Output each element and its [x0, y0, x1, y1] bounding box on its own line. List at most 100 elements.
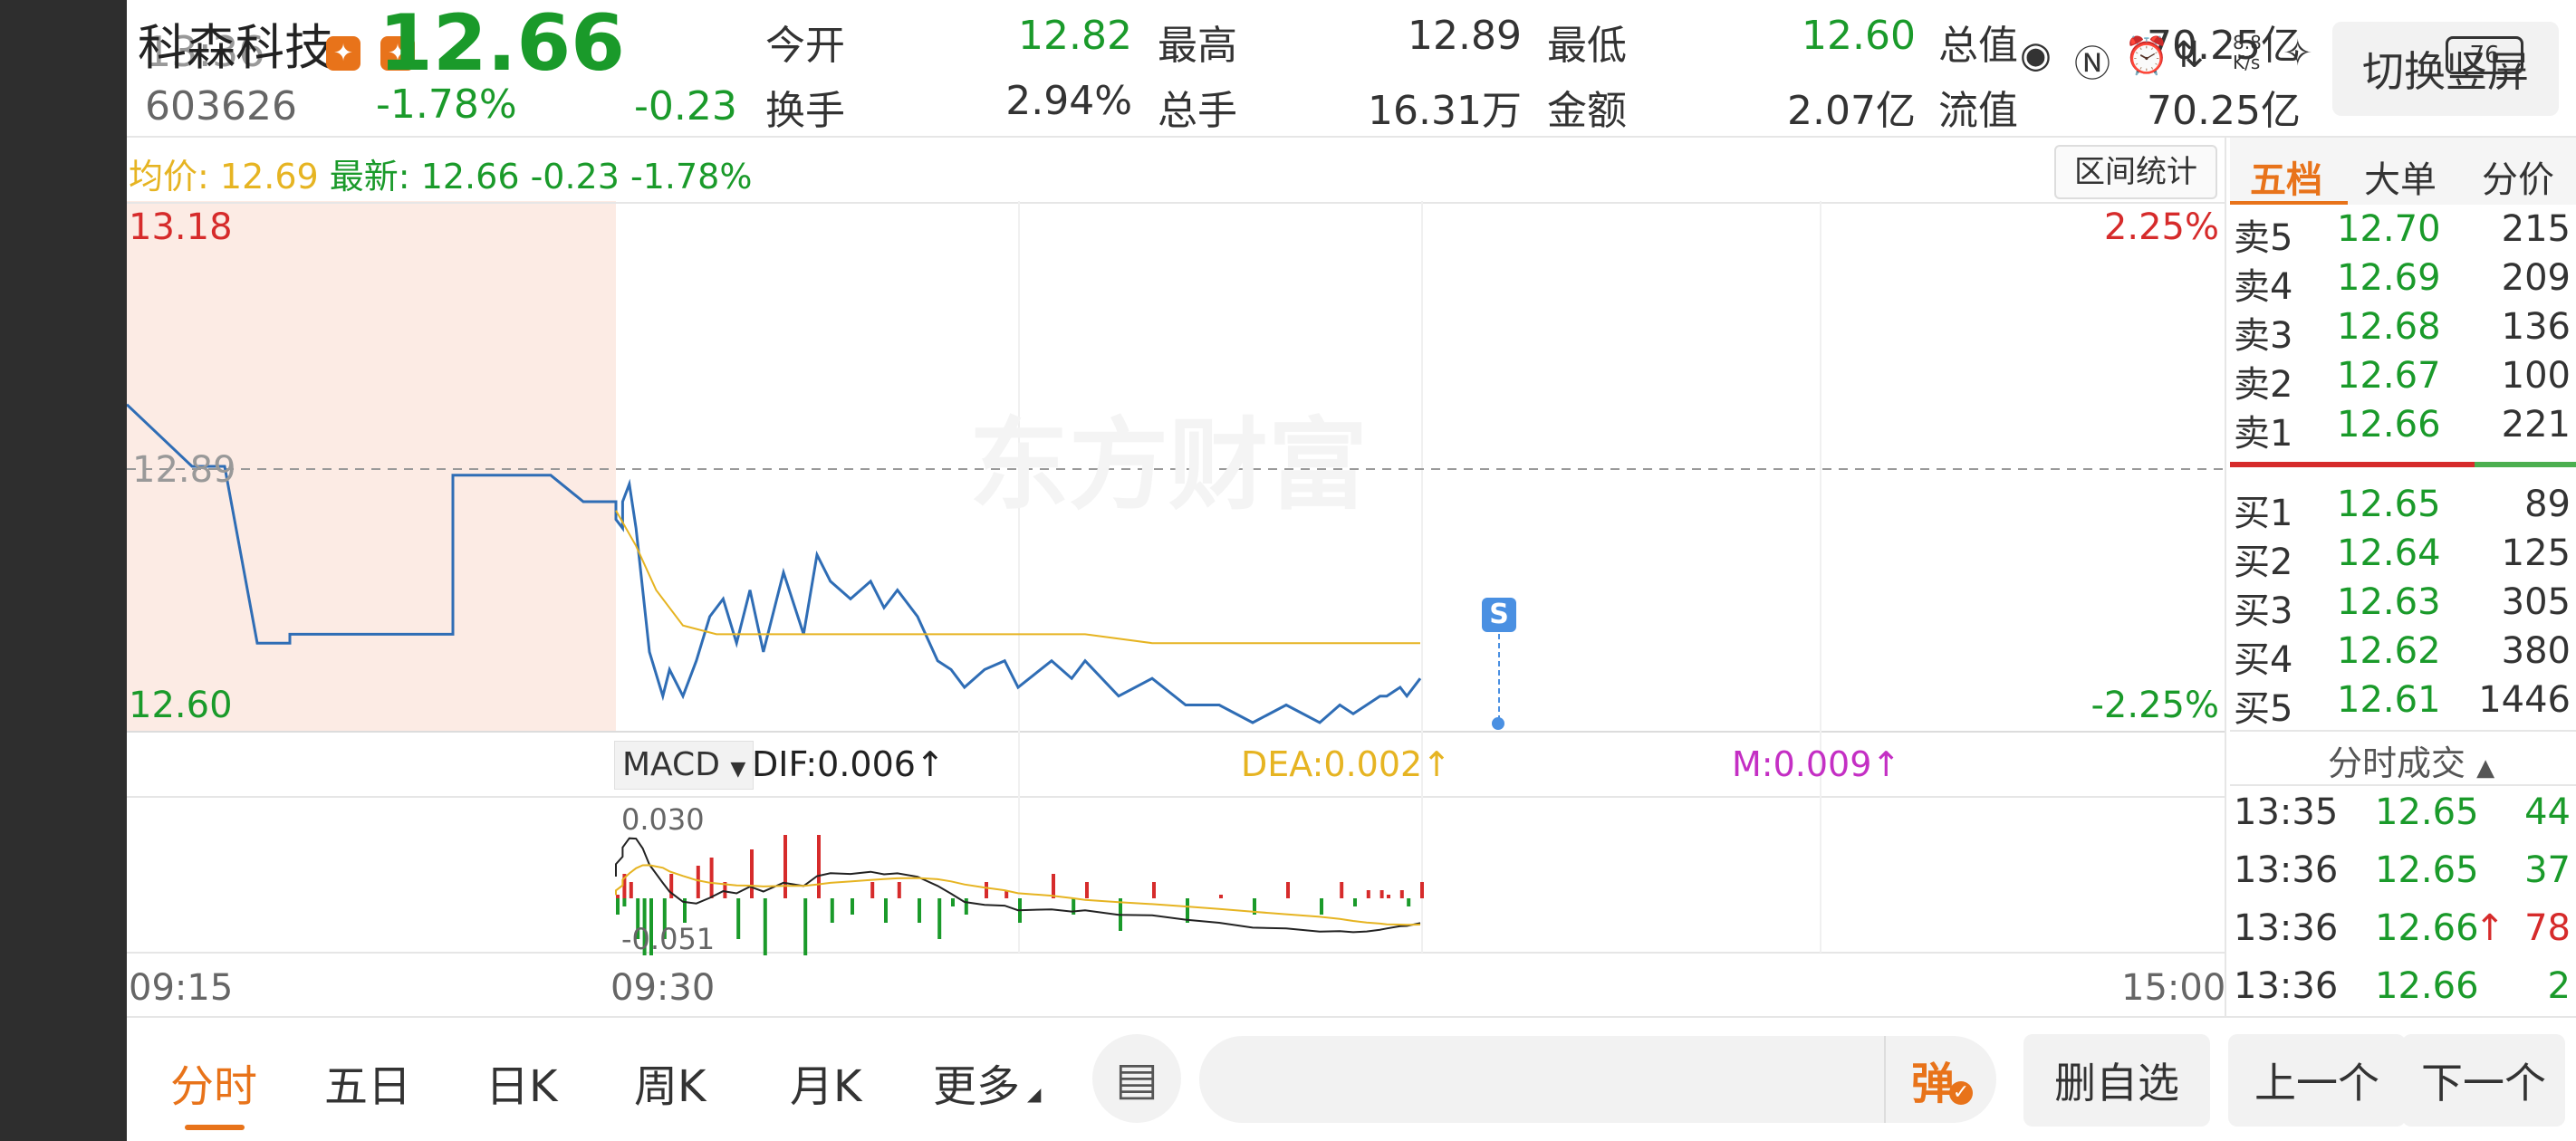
- intraday-chart[interactable]: 东方财富: [127, 201, 2225, 1016]
- next-stock-button[interactable]: 下一个: [2402, 1034, 2565, 1127]
- signal-marker-line: [1498, 634, 1500, 721]
- bid-row[interactable]: 买3 12.63 305: [2230, 581, 2576, 632]
- macd-bar: [884, 898, 888, 923]
- macd-bar: [736, 898, 741, 939]
- macd-bar: [1052, 874, 1055, 898]
- bid-volume: 1446: [2478, 679, 2571, 721]
- avg-value: 12.69: [219, 157, 319, 197]
- orderbook-panel: [2225, 138, 2226, 1016]
- tab-more[interactable]: 更多: [933, 1050, 1020, 1114]
- axis-price-bottom: 12.60: [129, 685, 233, 726]
- alarm-icon: ⏰: [2124, 35, 2169, 77]
- ask-row[interactable]: 卖5 12.70 215: [2230, 208, 2576, 259]
- tick-row: 13:36 12.65 37: [2230, 849, 2576, 904]
- more-caret-icon: ◢: [1027, 1083, 1042, 1105]
- remove-favorite-button[interactable]: 删自选: [2023, 1034, 2210, 1127]
- macd-bar: [1399, 890, 1404, 898]
- orderbook-tab-level5[interactable]: 五档: [2250, 150, 2322, 203]
- macd-bar: [897, 882, 901, 898]
- macd-bar: [964, 898, 968, 915]
- orderbook-tab-level5-underline: [2230, 201, 2348, 205]
- bid-row[interactable]: 买4 12.62 380: [2230, 630, 2576, 681]
- macd-bar: [709, 858, 714, 898]
- macd-selector[interactable]: MACD ▼: [614, 741, 755, 790]
- ask-volume: 221: [2501, 404, 2571, 446]
- ask-price: 12.67: [2337, 355, 2441, 397]
- axis-pct-top: 2.25%: [2103, 206, 2219, 248]
- signal-marker-icon[interactable]: S: [1482, 598, 1516, 632]
- ask-row[interactable]: 卖4 12.69 209: [2230, 257, 2576, 308]
- macd-bar: [750, 849, 754, 898]
- remove-favorite-label: 删自选: [2054, 1059, 2179, 1107]
- tab-monthly-k[interactable]: 月K: [790, 1050, 861, 1114]
- ask-price: 12.66: [2337, 404, 2441, 446]
- change-amount: -0.23: [634, 83, 737, 129]
- orderbook-tab-bigorder[interactable]: 大单: [2364, 150, 2437, 203]
- tab-daily-k[interactable]: 日K: [485, 1050, 557, 1114]
- ask-row[interactable]: 卖1 12.66 221: [2230, 404, 2576, 455]
- nfc-icon: Ⓝ: [2074, 43, 2110, 85]
- bid-volume: 125: [2501, 532, 2571, 574]
- macd-bar: [696, 866, 700, 898]
- tab-five-day[interactable]: 五日: [324, 1050, 411, 1114]
- macd-bar: [1420, 882, 1424, 898]
- macd-bar: [763, 898, 767, 955]
- latest-value: 12.66: [420, 157, 520, 197]
- ask-price: 12.68: [2337, 306, 2441, 348]
- margin-badge-icon: ✦: [326, 36, 360, 71]
- tick-price: 12.65: [2375, 791, 2479, 833]
- stat-float-cap-label: 流值: [1938, 88, 2018, 134]
- ask-label: 卖2: [2234, 364, 2293, 406]
- network-speed: 8.8 K/s: [2233, 32, 2262, 73]
- tab-weekly-k[interactable]: 周K: [634, 1050, 706, 1114]
- bid-row[interactable]: 买1 12.65 89: [2230, 484, 2576, 534]
- chart-info-line: 均价: 12.69 最新: 12.66 -0.23 -1.78%: [129, 149, 752, 198]
- macd-bar: [1353, 898, 1357, 906]
- comment-input[interactable]: [1199, 1036, 1996, 1123]
- stat-turnover: 2.94%: [1005, 78, 1132, 124]
- bid-row[interactable]: 买5 12.61 1446: [2230, 679, 2576, 730]
- bid-label: 买4: [2234, 639, 2293, 681]
- stat-volume-label: 总手: [1158, 88, 1237, 134]
- danmu-toggle-button[interactable]: 弹 ✓: [1884, 1036, 1998, 1123]
- time-axis-open: 09:30: [610, 967, 716, 1009]
- stat-open-label: 今开: [765, 23, 845, 69]
- orderbook-tab-pricedist[interactable]: 分价: [2482, 150, 2554, 203]
- bid-label: 买2: [2234, 542, 2293, 583]
- macd-bar: [803, 898, 808, 955]
- macd-bar: [937, 898, 942, 939]
- notes-button[interactable]: ▤: [1092, 1034, 1181, 1123]
- tick-time: 13:36: [2234, 965, 2339, 1007]
- signal-marker-dot: [1492, 717, 1504, 730]
- previous-stock-button[interactable]: 上一个: [2228, 1034, 2406, 1127]
- ticks-title[interactable]: 分时成交 ▲: [2328, 735, 2494, 785]
- danmu-check-icon: ✓: [1949, 1081, 1973, 1105]
- tick-row: 13:36 12.66 2: [2230, 965, 2576, 1020]
- ask-label: 卖5: [2234, 217, 2293, 259]
- stat-turnover-label: 换手: [765, 88, 845, 134]
- ask-label: 卖1: [2234, 413, 2293, 455]
- latest-percent: -1.78%: [630, 157, 753, 197]
- stock-name[interactable]: 科森科技: [138, 7, 333, 79]
- range-stats-button[interactable]: 区间统计: [2054, 145, 2217, 199]
- macd-bar: [1340, 882, 1344, 898]
- ask-volume: 100: [2501, 355, 2571, 397]
- bid-price: 12.62: [2337, 630, 2441, 672]
- macd-bar: [1366, 890, 1370, 898]
- ask-row[interactable]: 卖3 12.68 136: [2230, 306, 2576, 357]
- tick-volume: 44: [2524, 791, 2571, 833]
- ask-volume: 209: [2501, 257, 2571, 299]
- danmu-label: 弹: [1910, 1059, 1955, 1109]
- tick-time: 13:36: [2234, 907, 2339, 949]
- stat-high: 12.89: [1408, 13, 1522, 59]
- tab-intraday[interactable]: 分时: [170, 1050, 257, 1114]
- change-percent: -1.78%: [376, 82, 517, 128]
- caret-up-icon: ▲: [2476, 754, 2495, 781]
- macd-bar: [629, 882, 633, 898]
- ask-row[interactable]: 卖2 12.67 100: [2230, 355, 2576, 406]
- stat-amount: 2.07亿: [1787, 88, 1916, 134]
- ask-price: 12.70: [2337, 208, 2441, 250]
- tick-row: 13:35 12.65 44: [2230, 791, 2576, 846]
- bid-row[interactable]: 买2 12.64 125: [2230, 532, 2576, 583]
- stat-low-label: 最低: [1547, 23, 1627, 69]
